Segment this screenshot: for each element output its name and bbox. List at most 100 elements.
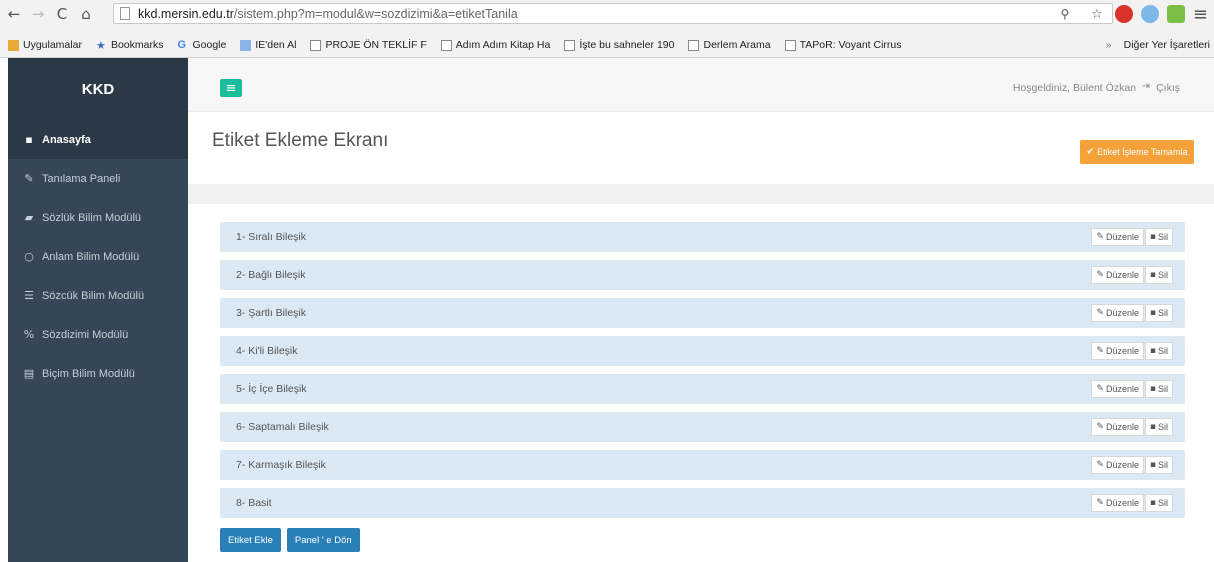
bookmarks-bar: Uygulamalar ★ Bookmarks G Google IE'den Al… [0, 34, 1214, 56]
edit-label: Düzenle [1105, 498, 1139, 508]
sidebar-item-anlam[interactable]: ○ Anlam Bilim Modülü [8, 237, 188, 276]
delete-button[interactable]: ▪ Sil [1144, 418, 1173, 436]
sidebar-item-label: Sözcük Bilim Modülü [42, 289, 145, 302]
tag-row: 7- Karmaşık Bileşik ✎ Düzenle ▪ Sil [220, 450, 1185, 480]
bookmark-tapor[interactable]: TAPoR: Voyant Cirrus [784, 39, 902, 51]
book-icon: ▰ [24, 211, 34, 224]
menu-toggle-icon[interactable]: ≡ [220, 79, 242, 97]
edit-label: Düzenle [1105, 270, 1139, 280]
url-path: /sistem.php?m=modul&w=sozdizimi&a=etiket… [233, 6, 518, 21]
delete-label: Sil [1157, 270, 1168, 280]
sidebar-item-tanilama[interactable]: ✎ Tanılama Paneli [8, 159, 188, 198]
tag-label: 2- Bağlı Bileşik [236, 269, 306, 281]
browser-chrome: ← → C ⌂ kkd.mersin.edu.tr/sistem.php?m=m… [0, 0, 1214, 58]
forward-arrow-icon[interactable]: → [28, 4, 48, 24]
add-tag-button[interactable]: Etiket Ekle [220, 528, 281, 552]
bookmark-label: PROJE ÖN TEKLİF F [325, 39, 427, 51]
delete-button[interactable]: ▪ Sil [1144, 456, 1173, 474]
edit-button[interactable]: ✎ Düzenle [1091, 228, 1144, 246]
pencil-icon: ✎ [1096, 384, 1104, 394]
tag-label: 6- Saptamalı Bileşik [236, 421, 329, 433]
edit-button[interactable]: ✎ Düzenle [1091, 266, 1144, 284]
edit-button[interactable]: ✎ Düzenle [1091, 380, 1144, 398]
main-content: ≡ Hoşgeldiniz, Bülent Özkan ⇥ Çıkış Etik… [188, 58, 1214, 562]
tag-row: 5- İç İçe Bileşik ✎ Düzenle ▪ Sil [220, 374, 1185, 404]
bookmark-adim[interactable]: Adım Adım Kitap Ha [440, 39, 551, 51]
trash-icon: ▪ [1149, 346, 1156, 356]
sidebar-item-sozdizimi[interactable]: % Sözdizimi Modülü [8, 315, 188, 354]
edit-button[interactable]: ✎ Düzenle [1091, 418, 1144, 436]
sidebar-item-sozluk[interactable]: ▰ Sözlük Bilim Modülü [8, 198, 188, 237]
bookmark-proje[interactable]: PROJE ÖN TEKLİF F [310, 39, 427, 51]
sidebar-item-bicim[interactable]: ▤ Biçim Bilim Modülü [8, 354, 188, 393]
delete-label: Sil [1157, 422, 1168, 432]
edit-button[interactable]: ✎ Düzenle [1091, 456, 1144, 474]
list-icon: ☰ [24, 289, 34, 302]
delete-label: Sil [1157, 498, 1168, 508]
delete-button[interactable]: ▪ Sil [1144, 380, 1173, 398]
back-to-panel-button[interactable]: Panel ' e Dön [286, 528, 360, 552]
trash-icon: ▪ [1149, 422, 1156, 432]
document-icon [310, 39, 322, 51]
pencil-icon: ✎ [1096, 422, 1104, 432]
home-icon[interactable]: ⌂ [76, 4, 96, 24]
extension-red-icon[interactable] [1114, 5, 1133, 23]
bookmark-label: Google [192, 39, 227, 51]
edit-button[interactable]: ✎ Düzenle [1091, 342, 1144, 360]
zoom-icon[interactable]: ⚲ [1055, 4, 1075, 24]
sidebar-item-label: Sözdizimi Modülü [42, 328, 129, 341]
star-icon: ★ [95, 38, 106, 52]
page-title: Etiket Ekleme Ekranı [212, 130, 389, 151]
sidebar-item-label: Anlam Bilim Modülü [42, 250, 140, 263]
delete-button[interactable]: ▪ Sil [1144, 342, 1173, 360]
chevron-more-icon[interactable]: » [1106, 39, 1112, 51]
browser-menu-icon[interactable]: ≡ [1193, 4, 1208, 25]
delete-label: Sil [1157, 232, 1168, 242]
bookmark-bookmarks[interactable]: ★ Bookmarks [96, 39, 164, 51]
delete-button[interactable]: ▪ Sil [1144, 266, 1173, 284]
delete-label: Sil [1157, 460, 1168, 470]
logout-link[interactable]: Çıkış [1156, 82, 1180, 94]
bookmark-star-icon[interactable]: ☆ [1087, 4, 1107, 24]
bookmark-google[interactable]: G Google [177, 39, 226, 51]
bottom-actions: Etiket Ekle Panel ' e Dön [220, 528, 360, 552]
finish-tagging-button[interactable]: ✔ Etiket İşleme Tamamla [1080, 140, 1194, 164]
bookmark-derlem[interactable]: Derlem Arama [688, 39, 771, 51]
sidebar-item-anasayfa[interactable]: ▪ Anasayfa [8, 120, 188, 159]
edit-button[interactable]: ✎ Düzenle [1091, 494, 1144, 512]
edit-label: Düzenle [1105, 232, 1139, 242]
brand-logo[interactable]: KKD [8, 58, 188, 120]
edit-button[interactable]: ✎ Düzenle [1091, 304, 1144, 322]
finish-tagging-label: Etiket İşleme Tamamla [1097, 147, 1188, 157]
bookmark-folder-ie[interactable]: IE'den Al [240, 39, 296, 51]
reload-icon[interactable]: C [52, 4, 72, 24]
bookmark-label: İşte bu sahneler 190 [579, 39, 675, 51]
document-icon: ▤ [23, 367, 35, 380]
bookmark-apps[interactable]: Uygulamalar [8, 39, 82, 51]
url-row: ← → C ⌂ kkd.mersin.edu.tr/sistem.php?m=m… [0, 0, 1214, 28]
sidebar-item-sozcuk[interactable]: ☰ Sözcük Bilim Modülü [8, 276, 188, 315]
delete-button[interactable]: ▪ Sil [1144, 228, 1173, 246]
bookmark-iste[interactable]: İşte bu sahneler 190 [564, 39, 674, 51]
page-icon [120, 7, 130, 20]
logout-icon[interactable]: ⇥ [1142, 81, 1150, 92]
delete-button[interactable]: ▪ Sil [1144, 304, 1173, 322]
extension-green-icon[interactable] [1166, 5, 1185, 23]
back-arrow-icon[interactable]: ← [4, 4, 24, 24]
bookmark-label: Adım Adım Kitap Ha [455, 39, 551, 51]
welcome-text: Hoşgeldiniz, Bülent Özkan [1012, 82, 1136, 94]
sidebar-item-label: Biçim Bilim Modülü [42, 367, 135, 380]
extension-blue-icon[interactable] [1140, 5, 1159, 23]
check-icon: ✔ [1086, 147, 1095, 157]
other-bookmarks-label: Diğer Yer İşaretleri [1123, 39, 1210, 51]
address-bar[interactable]: kkd.mersin.edu.tr/sistem.php?m=modul&w=s… [113, 3, 1113, 24]
pencil-icon: ✎ [1096, 270, 1104, 280]
other-bookmarks[interactable]: » Diğer Yer İşaretleri [1106, 34, 1210, 56]
sidebar-item-label: Sözlük Bilim Modülü [42, 211, 142, 224]
url-host: kkd.mersin.edu.tr [138, 6, 234, 21]
edit-label: Düzenle [1105, 346, 1139, 356]
folder-icon [240, 39, 252, 51]
delete-button[interactable]: ▪ Sil [1144, 494, 1173, 512]
bookmark-label: Derlem Arama [703, 39, 771, 51]
trash-icon: ▪ [1149, 460, 1156, 470]
